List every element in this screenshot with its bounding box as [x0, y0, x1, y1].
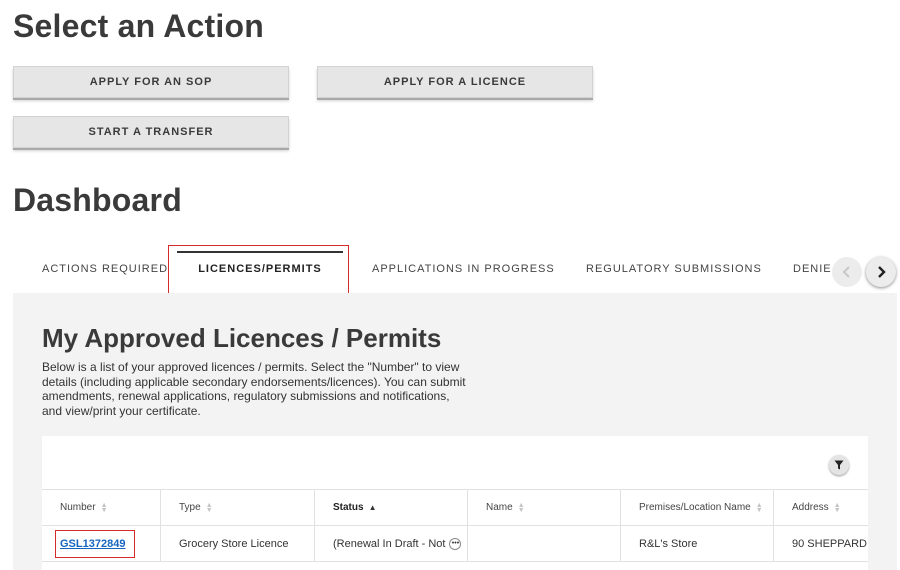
licence-number-link[interactable]: GSL1372849 [60, 538, 125, 550]
sort-icon: ▲ ▼ [517, 501, 525, 514]
start-transfer-button[interactable]: START A TRANSFER [13, 116, 289, 148]
column-header-label: Number [60, 502, 96, 513]
column-header-premises[interactable]: Premises/Location Name ▲ ▼ [621, 490, 774, 525]
cell-premises: R&L's Store [621, 526, 774, 561]
sort-ascending-icon: ▲ [368, 503, 377, 512]
tab-applications-in-progress[interactable]: APPLICATIONS IN PROGRESS [372, 245, 555, 293]
cell-type: Grocery Store Licence [161, 526, 315, 561]
apply-licence-button[interactable]: APPLY FOR A LICENCE [317, 66, 593, 98]
table-header-row: Number ▲ ▼ Type ▲ ▼ Status ▲ Name ▲ ▼ Premises/… [42, 489, 868, 526]
chevron-left-icon[interactable] [832, 257, 862, 287]
licences-table: Number ▲ ▼ Type ▲ ▼ Status ▲ Name ▲ ▼ Premises/… [42, 436, 868, 570]
column-header-label: Premises/Location Name [639, 502, 751, 513]
column-header-label: Address [792, 502, 829, 513]
sort-icon: ▲ ▼ [755, 501, 763, 514]
tab-denied[interactable]: DENIE [793, 245, 833, 293]
cell-status: (Renewal In Draft - Not ••• [315, 526, 468, 561]
sort-icon: ▲ ▼ [205, 501, 213, 514]
dashboard-title: Dashboard [13, 182, 182, 218]
cell-number: GSL1372849 [42, 526, 161, 561]
column-header-address[interactable]: Address ▲ ▼ [774, 490, 868, 525]
dashboard-tabbar: ACTIONS REQUIRED LICENCES/PERMITS APPLIC… [13, 245, 897, 295]
column-header-number[interactable]: Number ▲ ▼ [42, 490, 161, 525]
licences-panel: My Approved Licences / Permits Below is … [13, 293, 897, 570]
column-header-status[interactable]: Status ▲ [315, 490, 468, 525]
column-header-label: Type [179, 502, 201, 513]
column-header-name[interactable]: Name ▲ ▼ [468, 490, 621, 525]
sort-icon: ▲ ▼ [100, 501, 108, 514]
select-action-title: Select an Action [13, 8, 264, 44]
panel-description: Below is a list of your approved licence… [42, 360, 466, 418]
sort-icon: ▲ ▼ [833, 501, 841, 514]
chevron-right-icon[interactable] [866, 257, 896, 287]
filter-icon[interactable] [829, 455, 849, 475]
cell-name [468, 526, 621, 561]
column-header-label: Status [333, 502, 364, 513]
status-text: (Renewal In Draft - Not [333, 537, 446, 550]
panel-title: My Approved Licences / Permits [42, 323, 442, 353]
column-header-type[interactable]: Type ▲ ▼ [161, 490, 315, 525]
table-row: GSL1372849 Grocery Store Licence (Renewa… [42, 526, 868, 562]
column-header-label: Name [486, 502, 513, 513]
apply-sop-button[interactable]: APPLY FOR AN SOP [13, 66, 289, 98]
ellipsis-icon[interactable]: ••• [449, 537, 462, 550]
tab-regulatory-submissions[interactable]: REGULATORY SUBMISSIONS [586, 245, 762, 293]
cell-address: 90 SHEPPARD AV [792, 537, 868, 550]
tab-actions-required[interactable]: ACTIONS REQUIRED [42, 245, 168, 293]
tab-licences-permits[interactable]: LICENCES/PERMITS [177, 245, 343, 293]
